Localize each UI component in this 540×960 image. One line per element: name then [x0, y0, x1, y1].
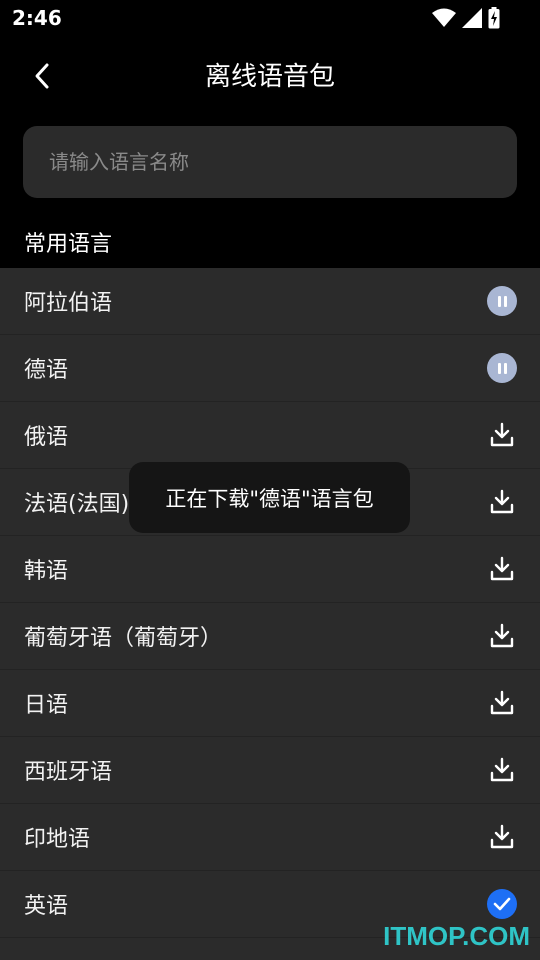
download-icon [490, 556, 514, 581]
list-item[interactable]: 葡萄牙语（葡萄牙） [0, 603, 540, 670]
download-icon [490, 757, 514, 782]
download-button[interactable] [486, 553, 518, 585]
download-button[interactable] [486, 687, 518, 719]
download-button[interactable] [486, 486, 518, 518]
pause-icon [487, 286, 517, 316]
download-icon [490, 824, 514, 849]
download-icon [490, 690, 514, 715]
check-circle-icon [487, 889, 517, 919]
language-label: 英语 [24, 894, 69, 919]
language-label: 法语(法国) [24, 492, 130, 517]
status-bar: 2:46 [0, 0, 540, 36]
list-item[interactable]: 韩语 [0, 536, 540, 603]
list-item[interactable]: 俄语 [0, 402, 540, 469]
search-input[interactable] [23, 126, 517, 198]
watermark: ITMOP.COM [383, 921, 530, 951]
download-icon [490, 489, 514, 514]
downloaded-indicator [486, 888, 518, 920]
pause-button[interactable] [486, 285, 518, 317]
list-item[interactable]: 西班牙语 [0, 737, 540, 804]
language-list: 阿拉伯语 德语 俄语 法语(法国) 韩语 葡萄牙语（葡萄牙） 日语 西班牙语 印… [0, 268, 540, 960]
list-item[interactable]: 德语 [0, 335, 540, 402]
page-title: 离线语音包 [204, 62, 335, 92]
download-toast: 正在下载"德语"语言包 [129, 462, 410, 533]
list-item[interactable]: 印地语 [0, 804, 540, 871]
language-label: 葡萄牙语（葡萄牙） [24, 626, 223, 651]
download-icon [490, 422, 514, 447]
download-icon [490, 623, 514, 648]
pause-icon [487, 353, 517, 383]
language-label: 俄语 [24, 425, 69, 450]
search-box [23, 126, 517, 198]
list-item[interactable]: 日语 [0, 670, 540, 737]
download-button[interactable] [486, 620, 518, 652]
language-label: 韩语 [24, 559, 69, 584]
language-label: 阿拉伯语 [24, 291, 113, 316]
language-label: 印地语 [24, 827, 91, 852]
list-item[interactable]: 阿拉伯语 [0, 268, 540, 335]
language-label: 西班牙语 [24, 760, 113, 785]
app-header: 离线语音包 [0, 40, 540, 108]
status-icons [432, 7, 500, 29]
wifi-icon [432, 8, 456, 27]
language-label: 日语 [24, 693, 69, 718]
signal-icon [462, 8, 482, 28]
download-button[interactable] [486, 754, 518, 786]
battery-charging-icon [488, 7, 500, 29]
section-title: 常用语言 [24, 232, 113, 257]
download-button[interactable] [486, 419, 518, 451]
pause-button[interactable] [486, 352, 518, 384]
language-label: 德语 [24, 358, 69, 383]
status-time: 2:46 [12, 6, 62, 30]
download-button[interactable] [486, 821, 518, 853]
